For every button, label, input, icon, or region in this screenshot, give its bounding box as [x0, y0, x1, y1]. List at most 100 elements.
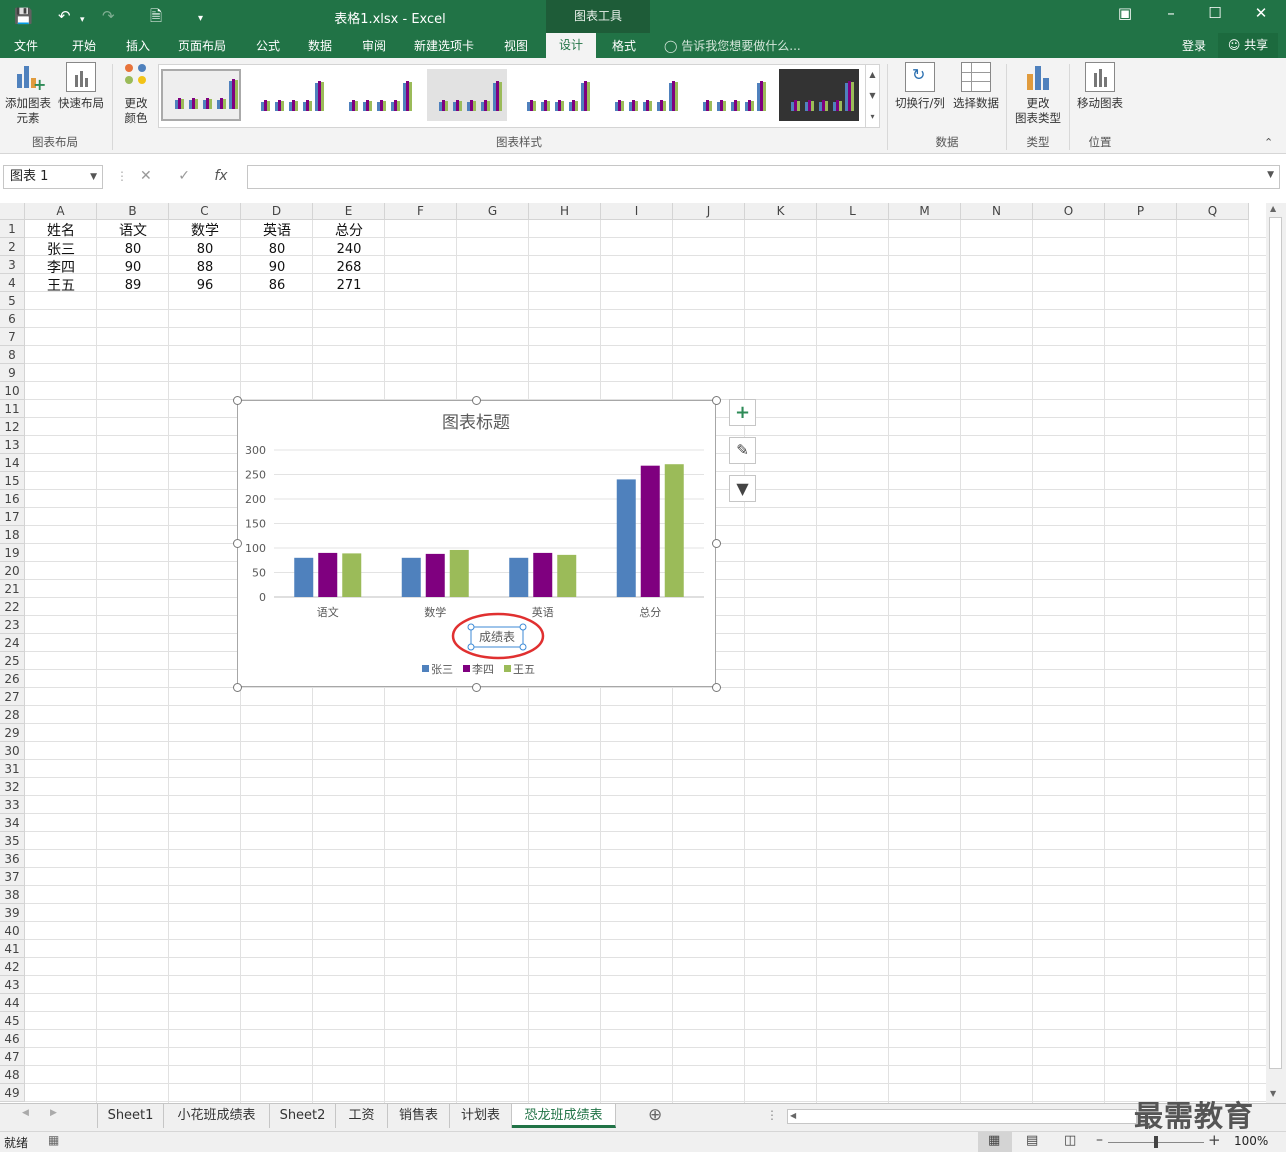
row-header[interactable]: 40	[0, 922, 25, 940]
quick-layout-button[interactable]: 快速布局	[56, 62, 106, 111]
chart-styles-brush-icon[interactable]: ✎	[729, 437, 756, 464]
row-header[interactable]: 27	[0, 688, 25, 706]
resize-handle[interactable]	[712, 396, 721, 405]
header-cell[interactable]: 英语	[241, 222, 313, 240]
column-header[interactable]: A	[25, 203, 97, 220]
table-cell[interactable]: 240	[313, 241, 385, 259]
row-header[interactable]: 14	[0, 454, 25, 472]
tab-new[interactable]: 新建选项卡	[414, 37, 474, 54]
row-header[interactable]: 46	[0, 1030, 25, 1048]
gallery-more-icon[interactable]: ▾	[865, 107, 879, 128]
chart-style-7[interactable]	[691, 69, 771, 121]
change-colors-button[interactable]: 更改 颜色	[116, 62, 156, 126]
scroll-down-icon[interactable]: ▼	[1270, 1089, 1276, 1098]
normal-view-icon[interactable]: ▦	[988, 1133, 1000, 1148]
page-layout-view-icon[interactable]: ▤	[1026, 1133, 1038, 1148]
maximize-button[interactable]: ☐	[1200, 4, 1230, 22]
tab-design[interactable]: 设计	[546, 33, 596, 58]
next-sheet-icon[interactable]: ▶	[50, 1108, 57, 1118]
row-header[interactable]: 11	[0, 400, 25, 418]
undo-dropdown-icon[interactable]: ▾	[80, 10, 85, 30]
row-header[interactable]: 37	[0, 868, 25, 886]
column-header[interactable]: L	[817, 203, 889, 220]
resize-handle[interactable]	[233, 539, 242, 548]
gallery-down-icon[interactable]: ▼	[865, 86, 879, 107]
row-header[interactable]: 47	[0, 1048, 25, 1066]
scrollbar-thumb[interactable]	[1269, 217, 1282, 1069]
row-header[interactable]: 26	[0, 670, 25, 688]
chart-style-8[interactable]	[779, 69, 859, 121]
chart-style-2[interactable]	[249, 69, 329, 121]
sheet-tab[interactable]: 小花班成绩表	[164, 1104, 270, 1128]
tab-view[interactable]: 视图	[504, 37, 528, 54]
table-cell[interactable]: 李四	[25, 259, 97, 277]
resize-handle[interactable]	[472, 683, 481, 692]
column-header[interactable]: I	[601, 203, 673, 220]
tab-home[interactable]: 开始	[72, 37, 96, 54]
resize-handle[interactable]	[233, 683, 242, 692]
row-header[interactable]: 48	[0, 1066, 25, 1084]
row-header[interactable]: 9	[0, 364, 25, 382]
new-file-icon[interactable]: 🗎	[150, 6, 162, 26]
column-header[interactable]: J	[673, 203, 745, 220]
horizontal-scrollbar[interactable]: ◀	[787, 1109, 1137, 1124]
row-header[interactable]: 42	[0, 958, 25, 976]
column-header[interactable]: O	[1033, 203, 1105, 220]
formula-input[interactable]: ▼	[247, 165, 1280, 189]
scroll-up-icon[interactable]: ▲	[1270, 204, 1276, 213]
tab-insert[interactable]: 插入	[126, 37, 150, 54]
column-header[interactable]: D	[241, 203, 313, 220]
zoom-in-icon[interactable]: +	[1208, 1131, 1221, 1149]
row-header[interactable]: 45	[0, 1012, 25, 1030]
row-header[interactable]: 23	[0, 616, 25, 634]
row-header[interactable]: 32	[0, 778, 25, 796]
sheet-tab[interactable]: 工资	[336, 1104, 388, 1128]
row-header[interactable]: 2	[0, 238, 25, 256]
row-header[interactable]: 5	[0, 292, 25, 310]
chart-style-1[interactable]	[161, 69, 241, 121]
column-header[interactable]: G	[457, 203, 529, 220]
row-header[interactable]: 36	[0, 850, 25, 868]
tab-review[interactable]: 审阅	[362, 37, 386, 54]
chart-elements-plus-icon[interactable]: +	[729, 399, 756, 426]
sheet-tab-active[interactable]: 恐龙班成绩表	[512, 1104, 616, 1128]
row-header[interactable]: 43	[0, 976, 25, 994]
chart-style-3[interactable]	[337, 69, 417, 121]
row-header[interactable]: 31	[0, 760, 25, 778]
table-cell[interactable]: 96	[169, 277, 241, 295]
table-cell[interactable]: 86	[241, 277, 313, 295]
chart-filters-funnel-icon[interactable]: ▼	[729, 475, 756, 502]
name-box[interactable]: 图表 1 ▼	[3, 165, 103, 189]
enter-icon[interactable]: ✓	[178, 168, 190, 184]
tab-split-icon[interactable]: ⋮	[766, 1108, 778, 1122]
collapse-ribbon-icon[interactable]: ⌃	[1264, 136, 1273, 149]
prev-sheet-icon[interactable]: ◀	[22, 1108, 29, 1118]
chart-object[interactable]: 图表标题 0 50 100 150 200 250 300 语文 数学 英语 总分 成绩表 张三 李四 王五	[237, 400, 716, 687]
column-header[interactable]: Q	[1177, 203, 1249, 220]
sheet-tab[interactable]: Sheet1	[98, 1104, 164, 1128]
change-chart-type-button[interactable]: 更改 图表类型	[1010, 62, 1066, 126]
zoom-level[interactable]: 100%	[1234, 1134, 1268, 1148]
row-header[interactable]: 21	[0, 580, 25, 598]
header-cell[interactable]: 总分	[313, 222, 385, 240]
macro-record-icon[interactable]: ▦	[48, 1133, 59, 1147]
table-cell[interactable]: 271	[313, 277, 385, 295]
column-header[interactable]: H	[529, 203, 601, 220]
vertical-scrollbar[interactable]: ▲ ▼	[1266, 203, 1286, 1103]
row-header[interactable]: 12	[0, 418, 25, 436]
chart-style-4[interactable]	[427, 69, 507, 121]
row-header[interactable]: 38	[0, 886, 25, 904]
resize-handle[interactable]	[472, 396, 481, 405]
sheet-tab[interactable]: 计划表	[450, 1104, 512, 1128]
scroll-left-icon[interactable]: ◀	[790, 1111, 796, 1120]
tab-data[interactable]: 数据	[308, 37, 332, 54]
row-header[interactable]: 24	[0, 634, 25, 652]
column-header[interactable]: B	[97, 203, 169, 220]
row-header[interactable]: 33	[0, 796, 25, 814]
gallery-up-icon[interactable]: ▲	[865, 65, 879, 86]
table-cell[interactable]: 80	[169, 241, 241, 259]
switch-row-column-button[interactable]: ↻ 切换行/列	[892, 62, 948, 111]
column-header[interactable]: K	[745, 203, 817, 220]
add-chart-element-button[interactable]: + 添加图表 元素	[2, 62, 54, 126]
tab-page-layout[interactable]: 页面布局	[178, 37, 226, 54]
